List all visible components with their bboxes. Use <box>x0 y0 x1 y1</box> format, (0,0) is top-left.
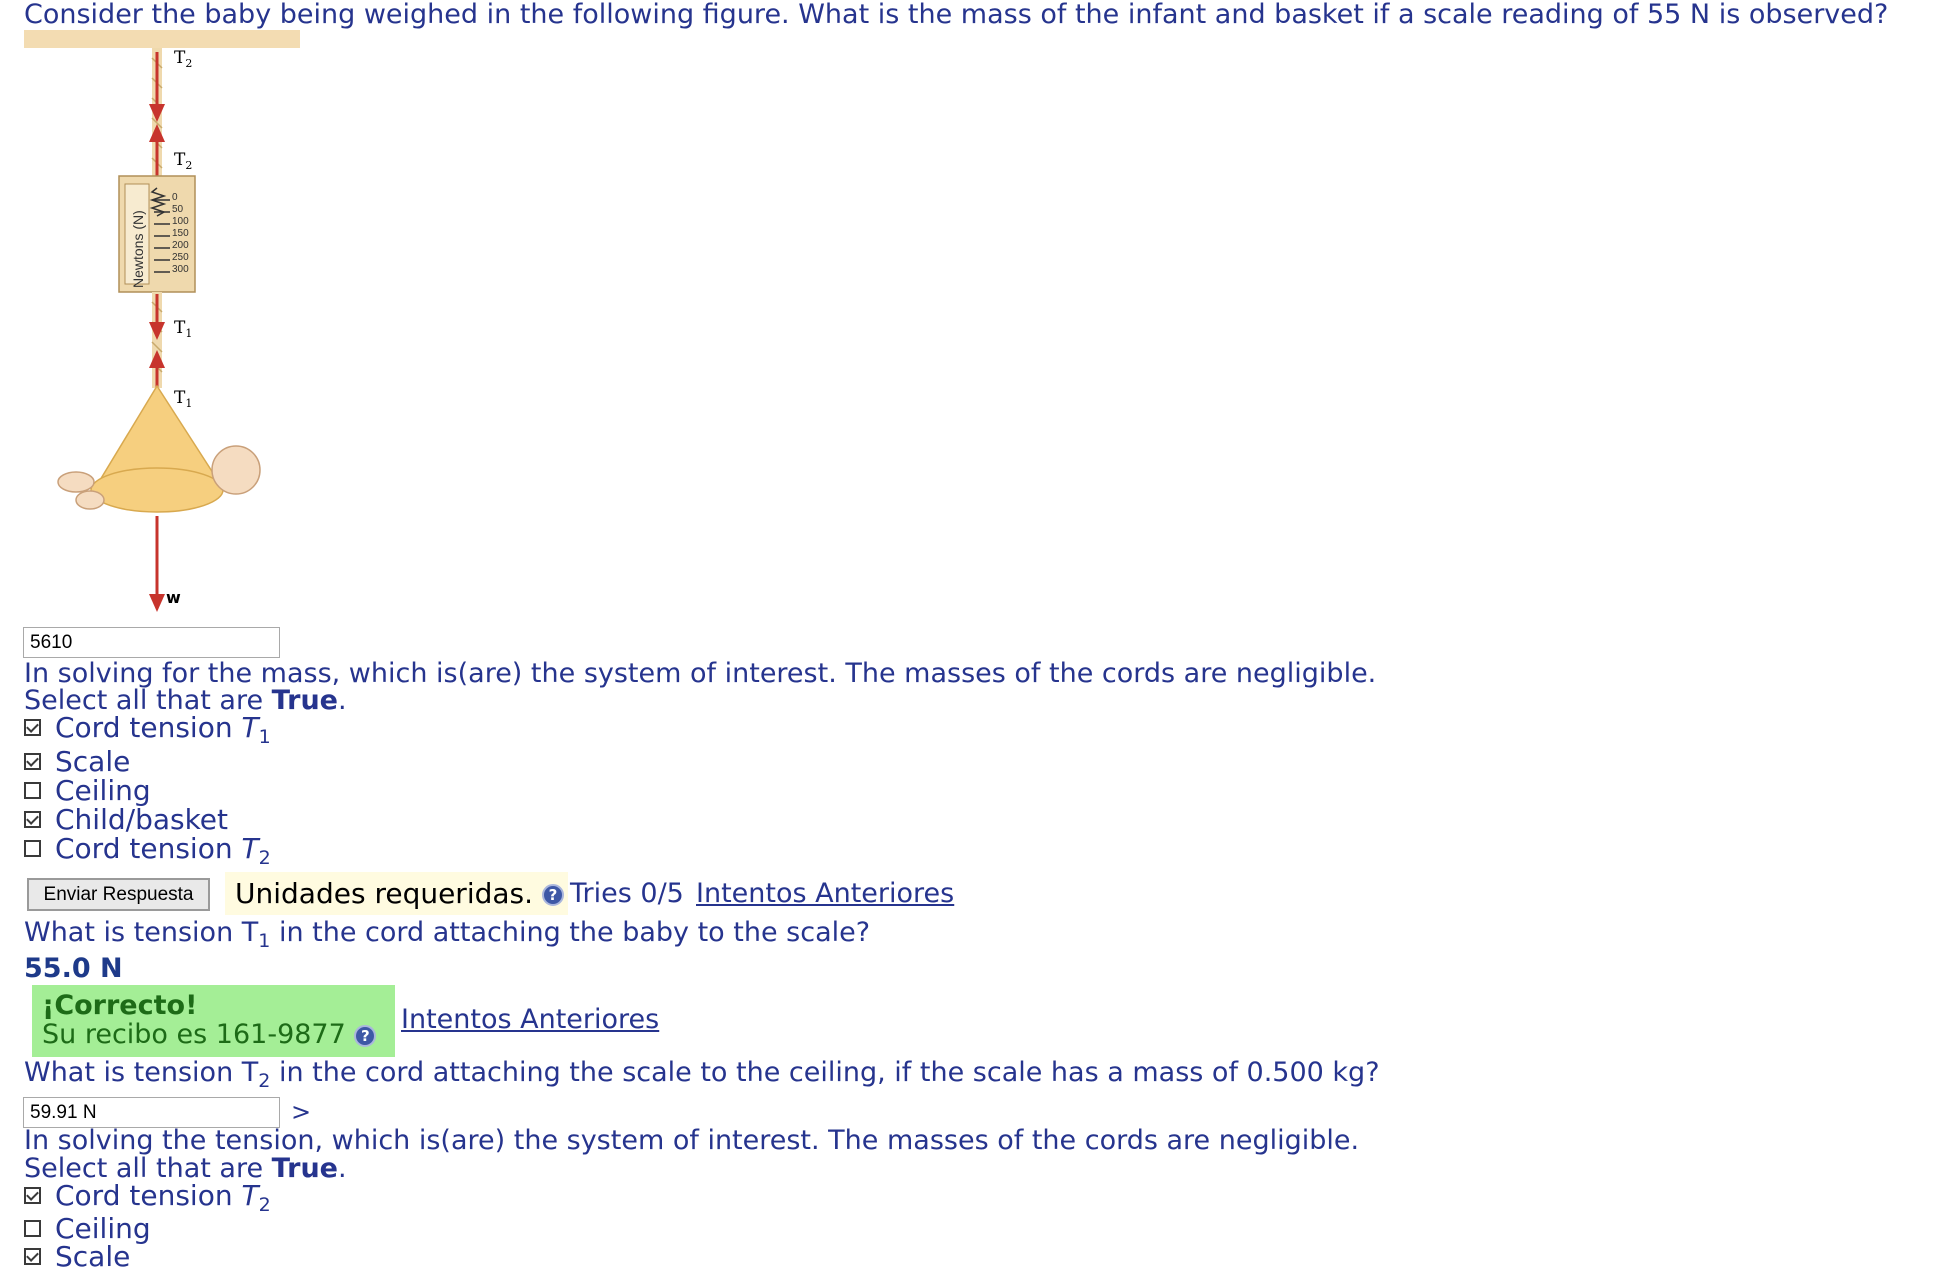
checkbox-b-scale[interactable] <box>24 1247 41 1265</box>
weight-label: w <box>166 588 181 607</box>
t2-lower-label: T2 <box>174 150 193 172</box>
baby-head <box>211 445 261 495</box>
checkbox-ceiling[interactable] <box>24 781 41 799</box>
checkbox-child-basket[interactable] <box>24 810 41 828</box>
t2-top-label: T2 <box>174 48 193 70</box>
option-cord-tension-t2[interactable]: Cord tension T2 <box>24 834 271 869</box>
option-b-scale[interactable]: Scale <box>24 1242 130 1271</box>
ceiling-bar <box>24 30 300 48</box>
previous-attempts-link[interactable]: Intentos Anteriores <box>696 879 954 909</box>
help-icon[interactable]: ? <box>354 1024 377 1047</box>
option-b-ceiling[interactable]: Ceiling <box>24 1214 151 1243</box>
option-cord-tension-t1[interactable]: Cord tension T1 <box>24 713 271 748</box>
checkbox-b-cord-tension-t2[interactable] <box>24 1186 41 1204</box>
receipt-line: Su recibo es 161-9877 ? <box>42 1020 395 1049</box>
checkbox-b-ceiling[interactable] <box>24 1219 41 1237</box>
t1-top-label: T1 <box>174 318 193 340</box>
checkbox-cord-tension-t1[interactable] <box>24 718 41 736</box>
scale-unit-label: Newtons (N) <box>130 210 146 288</box>
correct-feedback-box: ¡Correcto! Su recibo es 161-9877 ? <box>32 985 395 1057</box>
correct-title: ¡Correcto! <box>42 990 198 1021</box>
tension-t2-question: What is tension T2 in the cord attaching… <box>24 1057 1380 1093</box>
help-icon[interactable]: ? <box>541 884 564 906</box>
baby-scale-figure: T2 T2 T1 T1 w Newtons (N) 0 50 100 150 2… <box>24 30 300 628</box>
tension-t1-answer: 55.0 N <box>24 953 123 984</box>
option-ceiling[interactable]: Ceiling <box>24 776 151 805</box>
option-scale[interactable]: Scale <box>24 747 130 776</box>
next-arrow[interactable]: > <box>291 1097 311 1127</box>
option-b-cord-tension-t2[interactable]: Cord tension T2 <box>24 1181 271 1216</box>
units-required-note: Unidades requeridas. ? <box>225 872 568 915</box>
question-title: Consider the baby being weighed in the f… <box>24 0 1889 30</box>
part-b-prompt: In solving the tension, which is(are) th… <box>24 1125 1360 1156</box>
checkbox-cord-tension-t2[interactable] <box>24 839 41 857</box>
previous-attempts-link-2[interactable]: Intentos Anteriores <box>401 1005 659 1035</box>
mass-answer-input[interactable]: 5610 <box>23 627 280 658</box>
submit-answer-button[interactable]: Enviar Respuesta <box>27 878 210 911</box>
option-child-basket[interactable]: Child/basket <box>24 805 228 834</box>
checkbox-scale[interactable] <box>24 752 41 770</box>
t1-lower-label: T1 <box>174 388 193 410</box>
scale-tick-labels: 0 50 100 150 200 250 300 <box>172 192 189 275</box>
tries-counter: Tries 0/5 <box>570 878 684 909</box>
tension-t2-input[interactable]: 59.91 N <box>23 1097 280 1128</box>
tension-t1-question: What is tension T1 in the cord attaching… <box>24 917 871 953</box>
